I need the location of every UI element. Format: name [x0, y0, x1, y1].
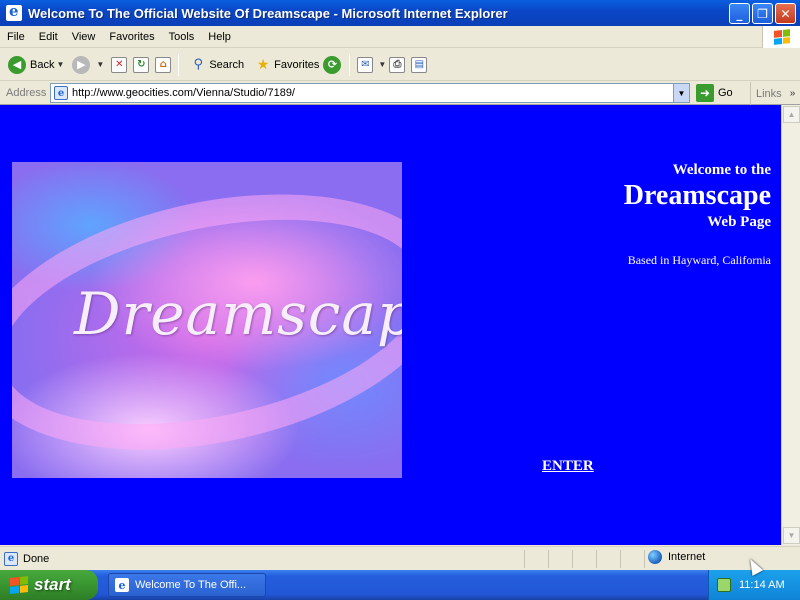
- status-panel: [620, 550, 621, 568]
- window-controls: _ ❐ ✕: [729, 3, 796, 24]
- close-button[interactable]: ✕: [775, 3, 796, 24]
- dreamscape-banner-image: Dreamscape: [12, 162, 402, 478]
- toolbar-separator: [178, 53, 180, 76]
- search-icon: ⚲: [193, 57, 204, 72]
- status-panel: [548, 550, 549, 568]
- task-label: Welcome To The Offi...: [135, 579, 247, 591]
- menu-favorites[interactable]: Favorites: [102, 26, 161, 48]
- print-icon[interactable]: ⎙: [389, 56, 406, 73]
- welcome-line2: Dreamscape: [623, 180, 771, 211]
- address-bar: Address e http://www.geocities.com/Vienn…: [0, 82, 800, 105]
- title-bar[interactable]: Welcome To The Official Website Of Dream…: [0, 0, 800, 26]
- chevron-right-icon[interactable]: »: [790, 88, 796, 99]
- menu-tools[interactable]: Tools: [162, 26, 202, 48]
- menu-edit[interactable]: Edit: [32, 26, 65, 48]
- start-label: start: [34, 575, 71, 594]
- window-title: Welcome To The Official Website Of Dream…: [28, 5, 508, 21]
- welcome-line3: Web Page: [707, 214, 771, 230]
- clock[interactable]: 11:14 AM: [739, 579, 785, 591]
- enter-link[interactable]: ENTER: [542, 458, 594, 475]
- ie-logo-icon: [6, 2, 22, 21]
- location-text: Based in Hayward, California: [627, 253, 771, 267]
- maximize-button[interactable]: ❐: [752, 3, 773, 24]
- network-icon[interactable]: [717, 578, 731, 592]
- banner-text: Dreamscape: [74, 280, 402, 348]
- back-dropdown-icon[interactable]: ▼: [56, 60, 64, 69]
- address-input[interactable]: e http://www.geocities.com/Vienna/Studio…: [50, 83, 690, 103]
- menu-file[interactable]: File: [0, 26, 32, 48]
- status-panel: [524, 550, 525, 568]
- minimize-button[interactable]: _: [729, 3, 750, 24]
- status-bar: e Done Internet: [0, 546, 800, 570]
- welcome-line1: Welcome to the: [672, 162, 771, 178]
- address-dropdown-icon[interactable]: ▼: [673, 84, 689, 102]
- menu-view[interactable]: View: [65, 26, 103, 48]
- address-url[interactable]: http://www.geocities.com/Vienna/Studio/7…: [72, 87, 295, 99]
- forward-arrow-icon: ▶: [72, 55, 91, 74]
- toolbar: ◀ Back ▼ ▶ ▼ ✕ ↻ ⌂ ⚲ Search ★ Favorites …: [0, 49, 800, 81]
- favorites-button[interactable]: ★ Favorites: [248, 52, 323, 78]
- ie-logo-icon: e: [115, 578, 129, 592]
- mail-icon[interactable]: ✉: [357, 56, 374, 73]
- page-viewport: Dreamscape Welcome to the Dreamscape Web…: [0, 105, 781, 545]
- go-label: Go: [718, 87, 733, 99]
- stop-icon[interactable]: ✕: [111, 56, 128, 73]
- globe-icon: [648, 550, 662, 564]
- taskbar-item-ie[interactable]: e Welcome To The Offi...: [108, 573, 266, 597]
- back-label: Back: [30, 58, 55, 71]
- home-icon[interactable]: ⌂: [155, 56, 172, 73]
- back-button[interactable]: ◀ Back ▼: [4, 52, 68, 78]
- links-label: Links: [756, 87, 782, 100]
- status-panel: [644, 550, 645, 568]
- address-label: Address: [6, 87, 47, 99]
- back-arrow-icon: ◀: [8, 55, 26, 74]
- vertical-scrollbar[interactable]: ▲ ▼: [781, 105, 800, 545]
- search-label: Search: [209, 58, 245, 71]
- welcome-heading: Welcome to the Dreamscape Web Page: [624, 161, 771, 231]
- search-button[interactable]: ⚲ Search: [183, 52, 248, 78]
- edit-page-icon[interactable]: ▤: [411, 56, 428, 73]
- menu-bar: File Edit View Favorites Tools Help: [0, 26, 800, 48]
- scroll-down-icon[interactable]: ▼: [783, 527, 800, 544]
- windows-logo-icon: [762, 26, 800, 48]
- page-done-icon: e: [4, 551, 18, 566]
- links-toolbar[interactable]: Links »: [750, 82, 795, 105]
- forward-dropdown-icon[interactable]: ▼: [96, 60, 104, 69]
- star-icon: ★: [256, 56, 270, 73]
- start-button[interactable]: start: [0, 570, 98, 600]
- windows-logo-icon: [10, 576, 28, 594]
- favorites-label: Favorites: [274, 58, 320, 71]
- security-zone: Internet: [648, 550, 705, 564]
- scroll-up-icon[interactable]: ▲: [783, 106, 800, 123]
- refresh-icon[interactable]: ↻: [133, 56, 150, 73]
- toolbar-separator: [349, 53, 351, 76]
- status-panel: [596, 550, 597, 568]
- mail-dropdown-icon[interactable]: ▼: [378, 60, 386, 69]
- menu-help[interactable]: Help: [201, 26, 238, 48]
- status-panel: [572, 550, 573, 568]
- taskbar: start e Welcome To The Offi... 11:14 AM: [0, 570, 800, 600]
- forward-button[interactable]: ▶ ▼: [68, 52, 108, 78]
- media-icon[interactable]: ⟳: [323, 55, 342, 74]
- go-button[interactable]: ➜ Go: [696, 84, 733, 102]
- page-icon: e: [54, 86, 68, 100]
- zone-label: Internet: [668, 551, 706, 563]
- status-text: Done: [23, 552, 50, 565]
- go-arrow-icon: ➜: [696, 84, 714, 102]
